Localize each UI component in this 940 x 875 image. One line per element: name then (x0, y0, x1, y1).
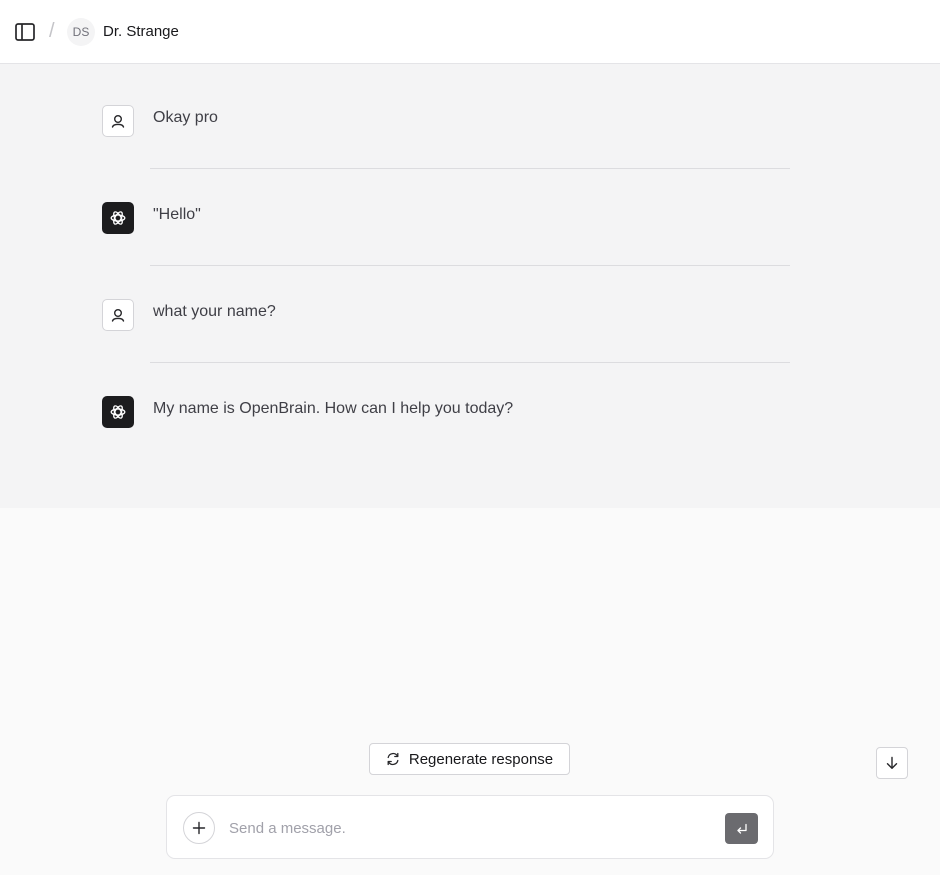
sidebar-toggle-icon[interactable] (14, 21, 36, 43)
regenerate-label: Regenerate response (408, 750, 554, 768)
message-user: what your name? (0, 288, 940, 385)
top-bar: / DS Dr. Strange (0, 0, 940, 64)
openai-logo-icon (102, 396, 134, 428)
message-text: My name is OpenBrain. How can I help you… (153, 400, 514, 417)
message-divider (150, 168, 790, 169)
message-composer (166, 795, 774, 859)
user-icon (102, 299, 134, 331)
message-text: "Hello" (153, 206, 201, 223)
plus-icon (192, 821, 206, 835)
message-text: Okay pro (153, 109, 218, 126)
arrow-down-icon (885, 756, 899, 770)
enter-icon (735, 822, 749, 836)
message-user: Okay pro (0, 94, 940, 191)
message-divider (150, 362, 790, 363)
message-text: what your name? (153, 303, 276, 320)
message-assistant: My name is OpenBrain. How can I help you… (0, 385, 940, 482)
breadcrumb-separator: / (49, 20, 55, 42)
send-button[interactable] (725, 813, 758, 844)
openai-logo-icon (102, 202, 134, 234)
avatar[interactable]: DS (67, 18, 95, 46)
user-name[interactable]: Dr. Strange (103, 23, 179, 40)
add-button[interactable] (183, 812, 215, 844)
user-icon (102, 105, 134, 137)
message-assistant: "Hello" (0, 191, 940, 288)
message-divider (150, 265, 790, 266)
message-input[interactable] (229, 814, 709, 842)
scroll-down-button[interactable] (876, 747, 908, 779)
regenerate-button[interactable]: Regenerate response (369, 743, 570, 775)
refresh-icon (386, 752, 400, 766)
